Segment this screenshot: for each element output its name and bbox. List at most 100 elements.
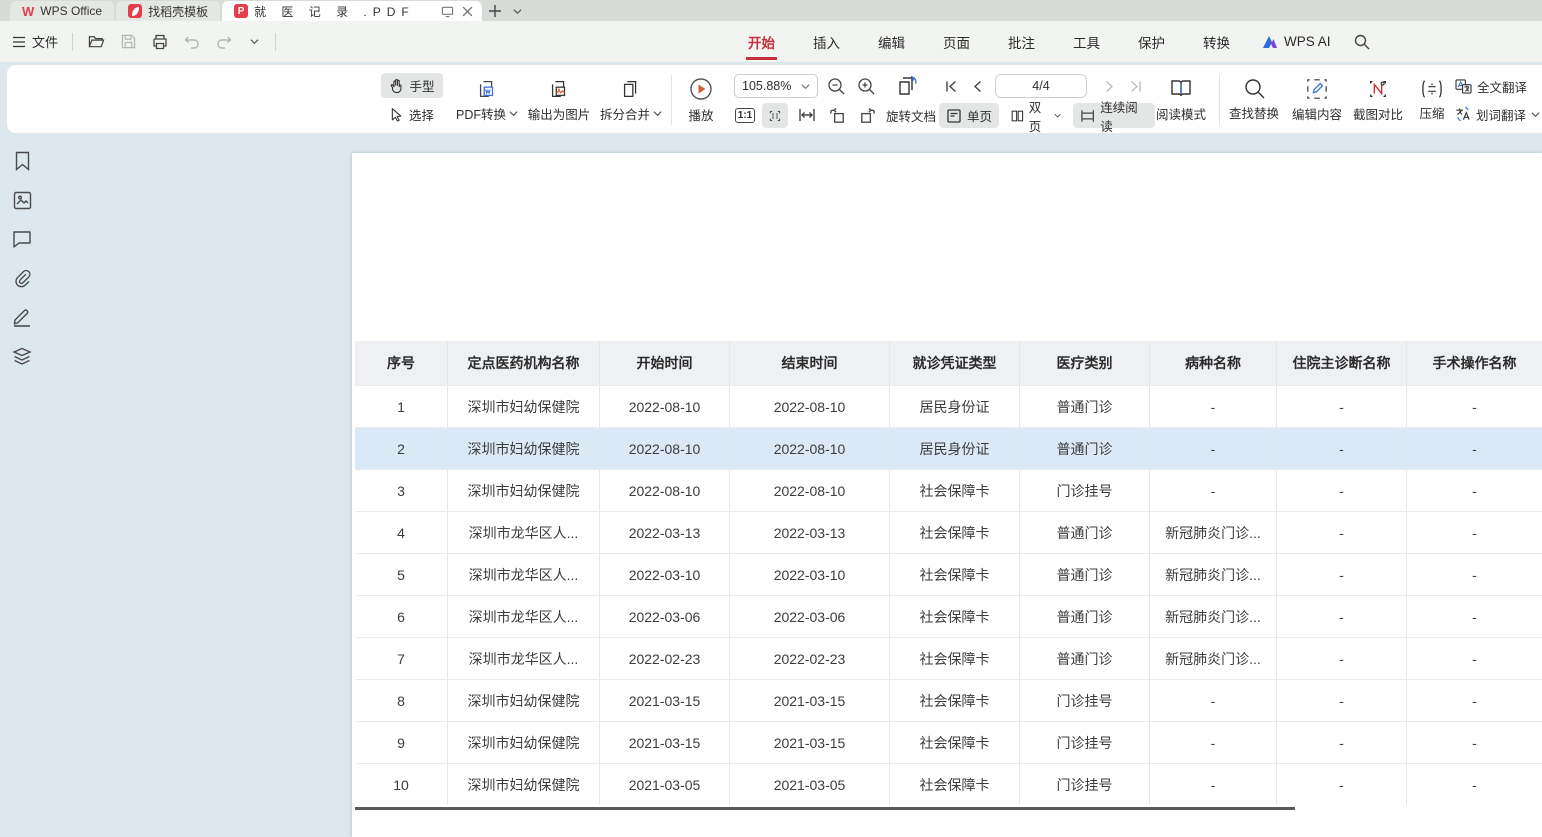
compress-button[interactable]: 压缩 bbox=[1411, 73, 1453, 127]
actual-size-button[interactable]: 1:1 bbox=[732, 103, 758, 127]
table-cell: 深圳市妇幼保健院 bbox=[448, 428, 600, 469]
rotate-doc-label[interactable]: 旋转文档 bbox=[883, 103, 939, 127]
tab-list-chevron-icon[interactable] bbox=[510, 4, 524, 18]
hand-tool-button[interactable]: 手型 bbox=[381, 73, 443, 98]
page-number-input[interactable] bbox=[995, 74, 1087, 98]
table-cell: 深圳市龙华区人... bbox=[448, 512, 600, 553]
find-replace-button[interactable]: 查找替换 bbox=[1223, 73, 1285, 127]
table-row[interactable]: 8深圳市妇幼保健院2021-03-152021-03-15社会保障卡门诊挂号--… bbox=[355, 679, 1542, 721]
menu-comment[interactable]: 批注 bbox=[1006, 26, 1037, 58]
close-tab-icon[interactable] bbox=[460, 4, 474, 18]
menu-insert[interactable]: 插入 bbox=[811, 26, 842, 58]
rotate-left-button[interactable] bbox=[824, 103, 850, 127]
table-cell: 2022-03-13 bbox=[730, 512, 890, 553]
split-merge-button[interactable]: 拆分合并 bbox=[597, 73, 665, 127]
undo-icon[interactable] bbox=[183, 33, 201, 51]
pdf-page[interactable]: 序号 定点医药机构名称 开始时间 结束时间 就诊凭证类型 医疗类别 病种名称 住… bbox=[352, 153, 1542, 837]
select-tool-button[interactable]: 选择 bbox=[381, 102, 443, 127]
tab-docer-templates[interactable]: 找稻壳模板 bbox=[116, 1, 220, 21]
save-icon[interactable] bbox=[119, 33, 137, 51]
wps-logo-icon: W bbox=[22, 4, 34, 19]
menu-search-icon[interactable] bbox=[1353, 33, 1371, 51]
table-header: 医疗类别 bbox=[1020, 341, 1150, 385]
table-row[interactable]: 1深圳市妇幼保健院2022-08-102022-08-10居民身份证普通门诊--… bbox=[355, 385, 1542, 427]
full-translate-button[interactable]: 全文翻译 bbox=[1455, 75, 1542, 97]
table-cell: 9 bbox=[355, 722, 448, 763]
layers-icon[interactable] bbox=[11, 345, 33, 367]
table-row[interactable]: 10深圳市妇幼保健院2021-03-052021-03-05社会保障卡门诊挂号-… bbox=[355, 763, 1542, 805]
table-row[interactable]: 5深圳市龙华区人...2022-03-102022-03-10社会保障卡普通门诊… bbox=[355, 553, 1542, 595]
print-icon[interactable] bbox=[151, 33, 169, 51]
single-page-label: 单页 bbox=[967, 106, 992, 125]
signature-icon[interactable] bbox=[11, 306, 33, 328]
fit-page-button[interactable] bbox=[762, 103, 788, 128]
compress-label: 压缩 bbox=[1419, 103, 1444, 122]
table-cell: 普通门诊 bbox=[1020, 428, 1150, 469]
table-row[interactable]: 9深圳市妇幼保健院2021-03-152021-03-15社会保障卡门诊挂号--… bbox=[355, 721, 1542, 763]
single-page-button[interactable]: 单页 bbox=[939, 103, 999, 128]
table-row[interactable]: 2深圳市妇幼保健院2022-08-102022-08-10居民身份证普通门诊--… bbox=[355, 427, 1542, 469]
menu-convert[interactable]: 转换 bbox=[1201, 26, 1232, 58]
first-page-button[interactable] bbox=[939, 74, 963, 98]
read-mode-button[interactable]: 阅读模式 bbox=[1153, 73, 1209, 127]
pdf-convert-button[interactable]: PDF转换 bbox=[453, 73, 521, 127]
screenshot-compare-button[interactable]: 截图对比 bbox=[1347, 73, 1409, 127]
next-page-button[interactable] bbox=[1097, 74, 1121, 98]
fit-width-button[interactable] bbox=[794, 103, 820, 127]
bookmark-icon[interactable] bbox=[11, 150, 33, 172]
table-header: 就诊凭证类型 bbox=[890, 341, 1020, 385]
table-header: 结束时间 bbox=[730, 341, 890, 385]
table-row[interactable]: 6深圳市龙华区人...2022-03-062022-03-06社会保障卡普通门诊… bbox=[355, 595, 1542, 637]
rotate-right-button[interactable] bbox=[854, 103, 880, 127]
tab-wps-office[interactable]: W WPS Office bbox=[10, 1, 114, 21]
zoom-level-select[interactable]: 105.88% bbox=[734, 74, 818, 98]
play-icon bbox=[689, 77, 713, 101]
table-cell: 2022-03-13 bbox=[600, 512, 730, 553]
menu-page[interactable]: 页面 bbox=[941, 26, 972, 58]
continuous-reading-label: 连续阅读 bbox=[1100, 97, 1148, 135]
thumbnail-icon[interactable] bbox=[11, 189, 33, 211]
file-menu-button[interactable]: 文件 bbox=[12, 32, 58, 51]
split-merge-icon bbox=[620, 78, 642, 100]
monitor-icon[interactable] bbox=[440, 4, 454, 18]
table-row[interactable]: 4深圳市龙华区人...2022-03-132022-03-13社会保障卡普通门诊… bbox=[355, 511, 1542, 553]
last-page-button[interactable] bbox=[1123, 74, 1147, 98]
edit-content-button[interactable]: 编辑内容 bbox=[1287, 73, 1347, 127]
export-image-button[interactable]: 输出为图片 bbox=[523, 73, 595, 127]
comment-icon[interactable] bbox=[11, 228, 33, 250]
continuous-reading-button[interactable]: 连续阅读 bbox=[1073, 103, 1155, 128]
table-cell: - bbox=[1150, 386, 1277, 427]
table-cell: 门诊挂号 bbox=[1020, 470, 1150, 511]
word-translate-button[interactable]: 划词翻译 bbox=[1455, 103, 1542, 125]
zoom-level-value: 105.88% bbox=[742, 79, 791, 93]
attachment-icon[interactable] bbox=[11, 267, 33, 289]
table-row[interactable]: 7深圳市龙华区人...2022-02-232022-02-23社会保障卡普通门诊… bbox=[355, 637, 1542, 679]
menu-protect[interactable]: 保护 bbox=[1136, 26, 1167, 58]
double-page-button[interactable]: 双页 bbox=[1004, 103, 1068, 128]
play-button[interactable]: 播放 bbox=[675, 73, 727, 127]
rotate-pages-button[interactable] bbox=[893, 72, 923, 100]
zoom-out-button[interactable] bbox=[823, 74, 849, 98]
redo-icon[interactable] bbox=[215, 33, 233, 51]
continuous-reading-icon bbox=[1080, 109, 1095, 123]
quick-access-chevron-icon[interactable] bbox=[247, 35, 261, 49]
tab-label: WPS Office bbox=[40, 4, 102, 18]
new-tab-icon[interactable] bbox=[488, 4, 502, 18]
wps-ai-button[interactable]: WPS AI bbox=[1262, 34, 1331, 49]
zoom-in-button[interactable] bbox=[853, 74, 879, 98]
table-row[interactable]: 3深圳市妇幼保健院2022-08-102022-08-10社会保障卡门诊挂号--… bbox=[355, 469, 1542, 511]
prev-page-button[interactable] bbox=[965, 74, 989, 98]
tab-medical-record-pdf[interactable]: P 就 医 记 录 .PDF bbox=[222, 1, 482, 21]
table-cell: 2021-03-05 bbox=[730, 764, 890, 805]
screenshot-compare-label: 截图对比 bbox=[1353, 104, 1403, 123]
table-cell: - bbox=[1407, 428, 1542, 469]
menu-tools[interactable]: 工具 bbox=[1071, 26, 1102, 58]
menu-edit[interactable]: 编辑 bbox=[876, 26, 907, 58]
table-cell: 2021-03-15 bbox=[600, 722, 730, 763]
chevron-down-icon bbox=[653, 109, 662, 118]
open-file-icon[interactable] bbox=[87, 33, 105, 51]
find-replace-label: 查找替换 bbox=[1229, 103, 1279, 122]
cursor-icon bbox=[390, 107, 404, 122]
menu-home[interactable]: 开始 bbox=[746, 26, 777, 58]
double-page-icon bbox=[1011, 108, 1024, 124]
